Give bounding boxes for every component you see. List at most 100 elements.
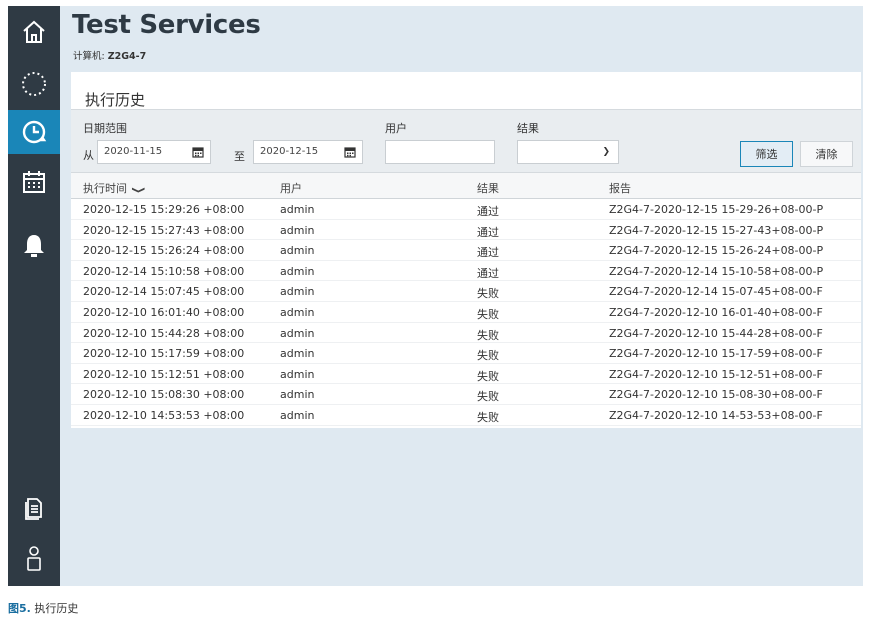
cell-time: 2020-12-10 16:01:40 +08:00	[83, 305, 245, 319]
cell-time: 2020-12-15 15:26:24 +08:00	[83, 244, 245, 258]
cell-result: 失败	[477, 349, 499, 363]
column-header-report[interactable]: 报告	[609, 180, 631, 196]
figure-caption: 图5. 执行历史	[8, 600, 78, 616]
cell-time: 2020-12-10 15:08:30 +08:00	[83, 388, 245, 402]
table-row[interactable]: 2020-12-15 15:26:24 +08:00 admin 通过 Z2G4-7-…	[71, 240, 861, 261]
sidebar-item-reports[interactable]	[8, 486, 60, 530]
cell-result: 失败	[477, 328, 499, 342]
cell-user: admin	[280, 347, 315, 361]
cell-result: 通过	[477, 246, 499, 260]
table-row[interactable]: 2020-12-10 15:44:28 +08:00 admin 失败 Z2G4-7-…	[71, 323, 861, 344]
cell-report[interactable]: Z2G4-7-2020-12-10 15-12-51+08-00-F	[609, 368, 823, 381]
machine-info: 计算机: Z2G4-7	[73, 48, 146, 62]
cell-user: admin	[280, 264, 315, 278]
result-filter-select[interactable]: ❯	[517, 140, 619, 164]
cell-user: admin	[280, 223, 315, 237]
filter-bar: 日期范围 从 2020-11-15 至 2020-12-15 用户 结果 ❯ 筛…	[71, 109, 861, 173]
sidebar-item-history[interactable]	[8, 110, 60, 154]
sidebar-item-schedule[interactable]	[8, 160, 60, 204]
cell-report[interactable]: Z2G4-7-2020-12-14 15-10-58+08-00-P	[609, 265, 823, 278]
cell-report[interactable]: Z2G4-7-2020-12-10 15-17-59+08-00-F	[609, 347, 823, 360]
cell-time: 2020-12-10 15:44:28 +08:00	[83, 326, 245, 340]
history-panel: 执行历史 日期范围 从 2020-11-15 至 2020-12-15 用户 结…	[71, 72, 861, 428]
cell-result: 失败	[477, 307, 499, 321]
sidebar-item-status[interactable]	[8, 62, 60, 106]
cell-report[interactable]: Z2G4-7-2020-12-15 15-26-24+08-00-P	[609, 244, 823, 257]
panel-title: 执行历史	[85, 91, 146, 109]
caption-label: 图5.	[8, 602, 31, 615]
cell-result: 通过	[477, 225, 499, 239]
filter-button[interactable]: 筛选	[740, 141, 793, 167]
cell-user: admin	[280, 388, 315, 402]
table-row[interactable]: 2020-12-10 15:12:51 +08:00 admin 失败 Z2G4-7-…	[71, 364, 861, 385]
cell-result: 失败	[477, 410, 499, 424]
cell-time: 2020-12-14 15:07:45 +08:00	[83, 285, 245, 299]
cell-user: admin	[280, 285, 315, 299]
table-row[interactable]: 2020-12-14 15:10:58 +08:00 admin 通过 Z2G4-7-…	[71, 261, 861, 282]
cell-time: 2020-12-15 15:29:26 +08:00	[83, 203, 245, 216]
cell-time: 2020-12-15 15:27:43 +08:00	[83, 223, 245, 237]
cell-time: 2020-12-14 15:10:58 +08:00	[83, 264, 245, 278]
user-filter-label: 用户	[385, 122, 407, 135]
history-table-body: 2020-12-15 15:29:26 +08:00 admin 通过 Z2G4-7-…	[71, 199, 861, 426]
caption-text: 执行历史	[30, 602, 79, 615]
cell-user: admin	[280, 305, 315, 319]
clear-button[interactable]: 清除	[800, 141, 853, 167]
cell-report[interactable]: Z2G4-7-2020-12-10 14-53-53+08-00-F	[609, 409, 823, 422]
cell-result: 失败	[477, 369, 499, 383]
machine-label: 计算机:	[73, 51, 108, 62]
main-content: Test Services 计算机: Z2G4-7 执行历史 日期范围 从 20…	[60, 6, 863, 586]
cell-result: 失败	[477, 287, 499, 301]
cell-user: admin	[280, 326, 315, 340]
table-row[interactable]: 2020-12-10 16:01:40 +08:00 admin 失败 Z2G4-7-…	[71, 302, 861, 323]
column-header-result[interactable]: 结果	[477, 180, 499, 196]
chevron-down-icon: ❯	[602, 147, 610, 157]
cell-user: admin	[280, 408, 315, 422]
cell-report[interactable]: Z2G4-7-2020-12-15 15-29-26+08-00-P	[609, 203, 823, 216]
sidebar-item-home[interactable]	[8, 10, 60, 54]
user-filter-input[interactable]	[385, 140, 495, 164]
cell-time: 2020-12-10 15:12:51 +08:00	[83, 367, 245, 381]
sort-desc-icon: ❯	[130, 186, 145, 194]
column-header-user[interactable]: 用户	[280, 180, 302, 196]
from-label: 从	[83, 149, 94, 162]
machine-value: Z2G4-7	[107, 51, 147, 62]
sidebar-item-user[interactable]	[8, 536, 60, 580]
cell-report[interactable]: Z2G4-7-2020-12-14 15-07-45+08-00-F	[609, 285, 823, 298]
result-filter-label: 结果	[517, 122, 539, 135]
table-row[interactable]: 2020-12-10 14:53:53 +08:00 admin 失败 Z2G4-7-…	[71, 405, 861, 426]
calendar-icon[interactable]	[192, 146, 204, 158]
from-date-input[interactable]: 2020-11-15	[97, 140, 211, 164]
to-date-input[interactable]: 2020-12-15	[253, 140, 363, 164]
cell-result: 失败	[477, 390, 499, 404]
cell-result: 通过	[477, 266, 499, 280]
sidebar-item-alerts[interactable]	[8, 224, 60, 268]
cell-report[interactable]: Z2G4-7-2020-12-10 15-44-28+08-00-F	[609, 327, 823, 340]
cell-report[interactable]: Z2G4-7-2020-12-15 15-27-43+08-00-P	[609, 224, 823, 237]
cell-report[interactable]: Z2G4-7-2020-12-10 16-01-40+08-00-F	[609, 306, 823, 319]
home-icon	[23, 20, 45, 43]
cell-user: admin	[280, 367, 315, 381]
user-icon	[27, 546, 41, 571]
bell-icon	[24, 235, 44, 257]
table-row[interactable]: 2020-12-10 15:17:59 +08:00 admin 失败 Z2G4-7-…	[71, 343, 861, 364]
table-row[interactable]: 2020-12-10 15:08:30 +08:00 admin 失败 Z2G4-7-…	[71, 384, 861, 405]
cell-user: admin	[280, 244, 315, 258]
to-date-value: 2020-12-15	[260, 146, 319, 157]
column-header-time[interactable]: 执行时间 ❯	[83, 180, 145, 196]
table-header: 执行时间 ❯ 用户 结果 报告	[71, 173, 861, 199]
loading-ring-icon	[22, 72, 46, 96]
page-title: Test Services	[72, 10, 261, 40]
cell-time: 2020-12-10 14:53:53 +08:00	[83, 408, 245, 422]
calendar-icon	[23, 171, 45, 193]
cell-report[interactable]: Z2G4-7-2020-12-10 15-08-30+08-00-F	[609, 388, 823, 401]
calendar-icon[interactable]	[344, 146, 356, 158]
table-row[interactable]: 2020-12-15 15:29:26 +08:00 admin 通过 Z2G4-7-…	[71, 199, 861, 220]
to-label: 至	[234, 150, 245, 163]
cell-time: 2020-12-10 15:17:59 +08:00	[83, 347, 245, 361]
table-row[interactable]: 2020-12-15 15:27:43 +08:00 admin 通过 Z2G4-7-…	[71, 220, 861, 241]
sidebar	[8, 6, 60, 586]
cell-user: admin	[280, 203, 315, 216]
history-clock-icon	[22, 120, 47, 144]
table-row[interactable]: 2020-12-14 15:07:45 +08:00 admin 失败 Z2G4-7-…	[71, 281, 861, 302]
